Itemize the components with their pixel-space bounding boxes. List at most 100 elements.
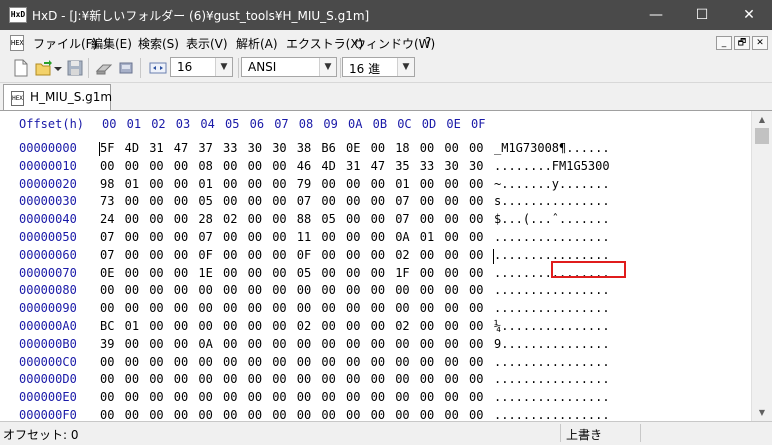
hex-byte[interactable]: 00 <box>223 390 237 404</box>
hex-byte[interactable]: 00 <box>444 266 458 280</box>
new-file-icon[interactable] <box>12 59 30 77</box>
hex-byte[interactable]: 00 <box>420 212 434 226</box>
hex-byte[interactable]: 00 <box>346 248 360 262</box>
hex-byte[interactable]: 00 <box>371 212 385 226</box>
hex-byte[interactable]: 00 <box>297 355 311 369</box>
hex-byte[interactable]: 47 <box>174 141 188 155</box>
hex-byte[interactable]: 00 <box>248 248 262 262</box>
hex-byte[interactable]: 00 <box>248 177 262 191</box>
hex-byte[interactable]: 00 <box>248 230 262 244</box>
hex-byte[interactable]: 07 <box>100 230 114 244</box>
hex-byte[interactable]: 00 <box>174 266 188 280</box>
hex-byte[interactable]: 00 <box>174 212 188 226</box>
hex-byte[interactable]: 00 <box>149 230 163 244</box>
hex-byte[interactable]: 00 <box>444 177 458 191</box>
hex-byte[interactable]: 00 <box>223 355 237 369</box>
hex-byte[interactable]: 00 <box>469 372 483 386</box>
hex-byte[interactable]: 00 <box>272 194 286 208</box>
chevron-down-icon[interactable]: ▼ <box>397 58 414 76</box>
hex-byte[interactable]: 00 <box>125 408 139 421</box>
hex-byte[interactable]: 00 <box>297 372 311 386</box>
menu-edit[interactable]: 編集(E) <box>91 35 132 52</box>
hex-byte[interactable]: 00 <box>420 177 434 191</box>
menu-view[interactable]: 表示(V) <box>186 35 228 52</box>
hex-byte[interactable]: 00 <box>346 266 360 280</box>
ascii-text[interactable]: ................ <box>494 230 610 244</box>
hex-byte[interactable]: 00 <box>149 212 163 226</box>
hex-byte[interactable]: 00 <box>444 355 458 369</box>
hex-byte[interactable]: 00 <box>272 319 286 333</box>
hex-byte[interactable]: 00 <box>100 283 114 297</box>
hex-byte[interactable]: 00 <box>198 301 212 315</box>
hex-byte[interactable]: 00 <box>125 301 139 315</box>
hex-byte[interactable]: BC <box>100 319 114 333</box>
hex-byte[interactable]: 00 <box>469 319 483 333</box>
hex-byte[interactable]: 00 <box>125 390 139 404</box>
hex-byte[interactable]: 00 <box>125 283 139 297</box>
hex-byte[interactable]: 00 <box>297 408 311 421</box>
hex-byte[interactable]: 00 <box>371 177 385 191</box>
hex-byte[interactable]: 01 <box>420 230 434 244</box>
hex-byte[interactable]: 00 <box>420 355 434 369</box>
hex-byte[interactable]: 00 <box>174 408 188 421</box>
hex-byte[interactable]: 73 <box>100 194 114 208</box>
hex-byte[interactable]: 00 <box>469 301 483 315</box>
hex-byte[interactable]: 05 <box>297 266 311 280</box>
ascii-text[interactable]: ................ <box>494 301 610 315</box>
hxd-app-icon[interactable]: HxD <box>9 7 27 23</box>
hex-byte[interactable]: 00 <box>321 283 335 297</box>
hex-byte[interactable]: 00 <box>371 230 385 244</box>
hex-byte[interactable]: 00 <box>100 408 114 421</box>
hex-byte[interactable]: 00 <box>469 408 483 421</box>
hex-byte[interactable]: 00 <box>371 337 385 351</box>
hex-byte[interactable]: 00 <box>223 177 237 191</box>
ascii-text[interactable]: $...(...ˆ....... <box>494 212 610 226</box>
menu-help[interactable]: ? <box>425 35 431 49</box>
hex-byte[interactable]: 00 <box>420 248 434 262</box>
chevron-down-icon[interactable]: ▼ <box>215 58 232 76</box>
hex-byte[interactable]: 00 <box>174 301 188 315</box>
hex-byte[interactable]: 02 <box>395 319 409 333</box>
menu-window[interactable]: ウィンドウ(W) <box>354 35 435 52</box>
hex-byte[interactable]: 01 <box>125 319 139 333</box>
hex-byte[interactable]: 08 <box>198 159 212 173</box>
hex-byte[interactable]: 00 <box>174 372 188 386</box>
hex-byte[interactable]: 00 <box>125 212 139 226</box>
dropdown-arrow-icon[interactable] <box>53 59 63 77</box>
hex-byte[interactable]: 00 <box>321 319 335 333</box>
hex-byte[interactable]: 00 <box>174 337 188 351</box>
ascii-text[interactable]: s............... <box>494 194 610 208</box>
hex-byte[interactable]: 00 <box>272 337 286 351</box>
hex-byte[interactable]: 18 <box>395 141 409 155</box>
hex-byte[interactable]: 38 <box>297 141 311 155</box>
hex-byte[interactable]: 00 <box>444 319 458 333</box>
ascii-text[interactable]: ........FM1G5300 <box>494 159 610 173</box>
hex-byte[interactable]: 00 <box>395 408 409 421</box>
hex-byte[interactable]: 00 <box>223 266 237 280</box>
document-icon[interactable]: HEX <box>10 35 24 51</box>
hex-byte[interactable]: 00 <box>444 301 458 315</box>
hex-byte[interactable]: 07 <box>198 230 212 244</box>
hex-byte[interactable]: 00 <box>198 372 212 386</box>
hex-byte[interactable]: 00 <box>346 212 360 226</box>
offset-base-select[interactable]: 16 進 ▼ <box>342 57 415 77</box>
hex-byte[interactable]: 00 <box>125 372 139 386</box>
hex-byte[interactable]: 37 <box>198 141 212 155</box>
ascii-text[interactable]: ................ <box>494 390 610 404</box>
open-folder-icon[interactable] <box>35 59 53 77</box>
hex-byte[interactable]: 00 <box>100 159 114 173</box>
hex-byte[interactable]: 46 <box>297 159 311 173</box>
hex-byte[interactable]: 00 <box>223 408 237 421</box>
hex-byte[interactable]: 00 <box>346 301 360 315</box>
hex-byte[interactable]: 00 <box>272 283 286 297</box>
hex-byte[interactable]: 01 <box>395 177 409 191</box>
hex-byte[interactable]: 0F <box>198 248 212 262</box>
menu-file[interactable]: ファイル(F) <box>33 35 97 52</box>
hex-byte[interactable]: 00 <box>149 283 163 297</box>
hex-byte[interactable]: 00 <box>346 372 360 386</box>
save-icon[interactable] <box>66 59 84 77</box>
hex-byte[interactable]: 00 <box>272 248 286 262</box>
ascii-text[interactable]: ¼............... <box>494 319 610 333</box>
hex-byte[interactable]: 31 <box>346 159 360 173</box>
hex-byte[interactable]: 00 <box>321 390 335 404</box>
